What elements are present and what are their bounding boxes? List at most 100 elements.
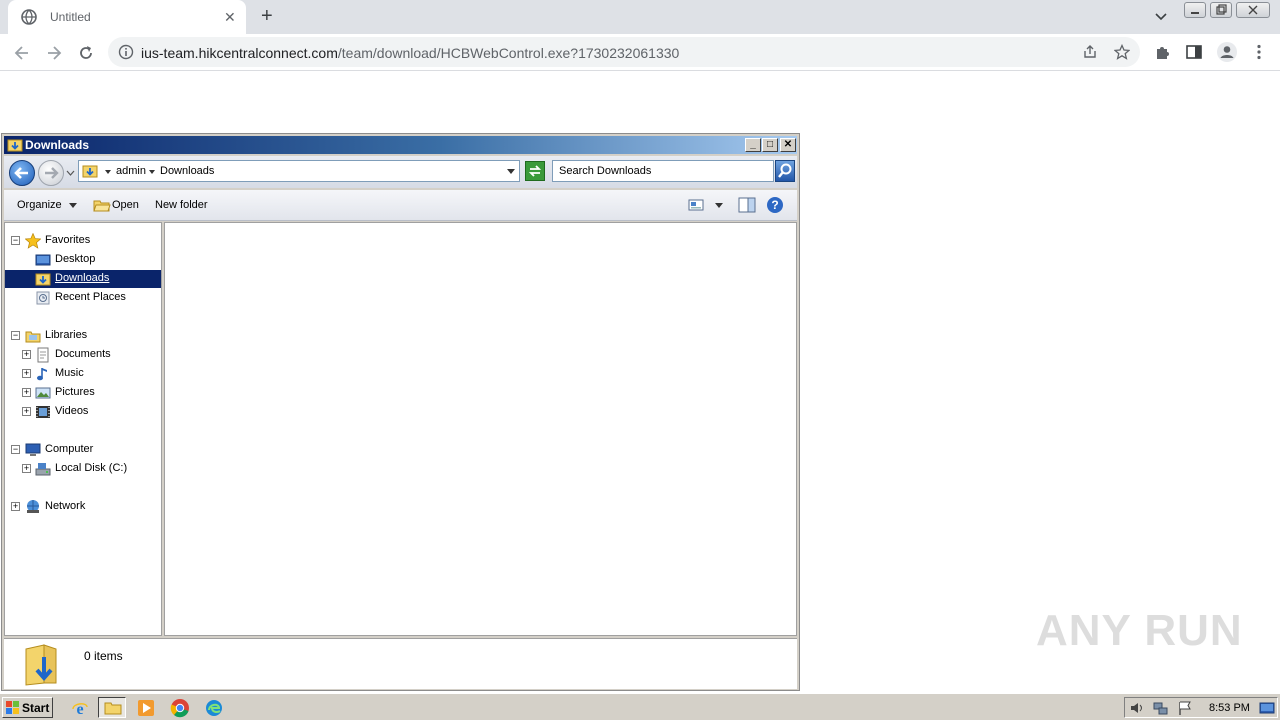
show-desktop-icon[interactable] (1259, 700, 1275, 716)
tree-item-desktop[interactable]: Desktop (5, 251, 161, 269)
collapse-icon[interactable]: − (11, 236, 20, 245)
organize-button[interactable]: Organize (17, 199, 62, 211)
close-icon[interactable]: ✕ (224, 9, 236, 25)
tree-item-recent-places[interactable]: Recent Places (5, 289, 161, 307)
expand-icon[interactable]: + (22, 388, 31, 397)
tab-title: Untitled (50, 10, 91, 24)
tree-item-network[interactable]: + Network (5, 498, 161, 516)
search-button[interactable] (775, 160, 795, 182)
collapse-icon[interactable]: − (11, 445, 20, 454)
downloads-folder-icon (35, 273, 51, 286)
reload-icon[interactable] (76, 43, 96, 63)
hard-drive-icon (35, 463, 51, 476)
system-tray: 8:53 PM (1124, 697, 1278, 718)
restore-window-button[interactable] (1210, 2, 1232, 18)
command-bar: Organize Open New folder ? (4, 190, 797, 221)
action-center-flag-icon[interactable] (1177, 700, 1193, 716)
new-tab-button[interactable]: + (261, 6, 273, 26)
tree-item-pictures[interactable]: + Pictures (5, 384, 161, 402)
documents-icon (37, 347, 49, 363)
chevron-down-icon[interactable] (1154, 10, 1168, 24)
side-panel-icon[interactable] (1185, 43, 1203, 61)
recent-pages-chevron-icon[interactable] (66, 170, 75, 177)
tree-label: Videos (55, 405, 89, 417)
forward-arrow-icon[interactable] (44, 43, 64, 63)
tree-item-music[interactable]: + Music (5, 365, 161, 383)
tree-item-local-disk[interactable]: + Local Disk (C:) (5, 460, 161, 478)
taskbar-explorer[interactable] (98, 697, 126, 718)
tree-item-libraries[interactable]: − Libraries (5, 327, 161, 345)
share-icon[interactable] (1082, 44, 1098, 60)
downloads-folder-large-icon (25, 644, 57, 686)
collapse-icon[interactable]: − (11, 331, 20, 340)
url-host: ius-team.hikcentralconnect.com (141, 45, 338, 61)
breadcrumb-admin[interactable]: admin (116, 165, 146, 177)
tree-item-documents[interactable]: + Documents (5, 346, 161, 364)
address-bar[interactable]: ius-team.hikcentralconnect.com/team/down… (108, 37, 1140, 67)
expand-icon[interactable]: + (22, 407, 31, 416)
chevron-down-icon[interactable] (715, 203, 723, 209)
back-arrow-icon[interactable] (12, 43, 32, 63)
internet-explorer-icon: e (72, 701, 88, 717)
expand-icon[interactable]: + (22, 464, 31, 473)
tree-label: Music (55, 367, 84, 379)
explorer-address-box[interactable]: admin Downloads (78, 160, 520, 182)
help-icon[interactable]: ? (766, 196, 784, 214)
breadcrumb-downloads[interactable]: Downloads (160, 165, 214, 177)
clock: 8:53 PM (1209, 702, 1250, 714)
tree-label: Computer (45, 443, 94, 455)
close-button[interactable]: ✕ (780, 138, 796, 152)
close-window-button[interactable] (1236, 2, 1270, 18)
tree-label: Recent Places (55, 291, 126, 303)
tree-item-favorites[interactable]: − Favorites (5, 232, 161, 250)
downloads-folder-icon (7, 139, 23, 152)
start-button[interactable]: Start (2, 697, 53, 718)
expand-icon[interactable]: + (22, 369, 31, 378)
taskbar-edge[interactable] (200, 697, 228, 718)
new-folder-button[interactable]: New folder (155, 199, 208, 211)
more-menu-icon[interactable] (1250, 43, 1268, 61)
maximize-button[interactable]: □ (762, 138, 778, 152)
tree-item-downloads[interactable]: Downloads (5, 270, 161, 288)
taskbar-chrome[interactable] (166, 697, 194, 718)
extensions-icon[interactable] (1153, 43, 1171, 61)
breadcrumb-arrow-icon[interactable] (105, 169, 111, 175)
speaker-icon[interactable] (1129, 700, 1145, 716)
forward-button[interactable] (38, 160, 64, 186)
view-options-icon[interactable] (688, 198, 704, 212)
network-status-icon[interactable] (1153, 700, 1169, 716)
expand-icon[interactable]: + (22, 350, 31, 359)
preview-pane-icon[interactable] (738, 197, 756, 213)
browser-tab[interactable]: Untitled ✕ (8, 0, 246, 34)
back-button[interactable] (9, 160, 35, 186)
open-button[interactable]: Open (112, 199, 139, 211)
star-icon[interactable] (1114, 44, 1130, 60)
navigation-pane: − Favorites Desktop Downloads Recent Pla… (4, 222, 162, 636)
recent-places-icon (36, 291, 50, 305)
refresh-button[interactable] (525, 161, 545, 181)
tree-item-videos[interactable]: + Videos (5, 403, 161, 421)
breadcrumb-arrow-icon[interactable] (149, 169, 155, 175)
svg-text:?: ? (771, 198, 778, 212)
globe-icon (21, 9, 37, 25)
network-icon (27, 500, 39, 513)
watermark-logo: ANY RUN (1036, 606, 1243, 655)
taskbar-media-player[interactable] (132, 697, 160, 718)
chrome-icon (170, 699, 189, 718)
taskbar-internet-explorer[interactable]: e (66, 697, 94, 718)
explorer-titlebar[interactable]: Downloads _ □ ✕ (4, 136, 797, 154)
browser-tabstrip: Untitled ✕ + (0, 0, 1280, 34)
url-text[interactable]: ius-team.hikcentralconnect.com/team/down… (141, 45, 679, 61)
profile-avatar-icon[interactable] (1216, 41, 1238, 63)
chevron-down-icon[interactable] (69, 203, 77, 209)
expand-icon[interactable]: + (11, 502, 20, 511)
tree-item-computer[interactable]: − Computer (5, 441, 161, 459)
minimize-window-button[interactable] (1184, 2, 1206, 18)
search-placeholder: Search Downloads (559, 165, 652, 177)
search-input[interactable]: Search Downloads (552, 160, 774, 182)
pictures-icon (35, 387, 51, 399)
address-dropdown-icon[interactable] (507, 169, 515, 175)
file-list-area[interactable] (164, 222, 797, 636)
minimize-button[interactable]: _ (745, 138, 761, 152)
info-icon[interactable] (118, 44, 134, 60)
